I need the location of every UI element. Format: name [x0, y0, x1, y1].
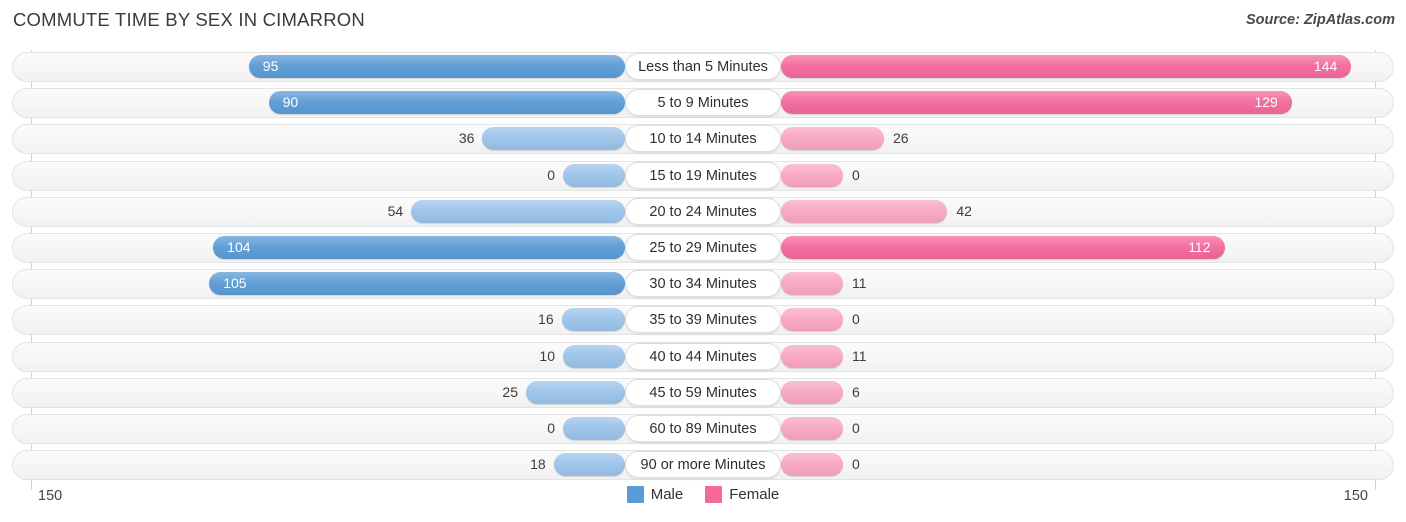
- bar-female[interactable]: [781, 127, 884, 151]
- bar-female[interactable]: [781, 91, 1292, 115]
- bar-value-male: 16: [538, 311, 554, 328]
- category-label: 30 to 34 Minutes: [625, 270, 781, 298]
- bar-male[interactable]: [561, 308, 625, 332]
- bar-value-male: 104: [227, 239, 251, 255]
- bar-male[interactable]: [526, 380, 625, 404]
- bar-male[interactable]: [482, 127, 625, 151]
- legend-item-male[interactable]: Male: [626, 486, 684, 503]
- bar-male[interactable]: [213, 236, 625, 259]
- bar-female[interactable]: [781, 236, 1225, 259]
- category-label: 10 to 14 Minutes: [625, 125, 781, 153]
- bar-value-female: 0: [852, 311, 860, 328]
- bar-male[interactable]: [563, 344, 625, 368]
- bar-male[interactable]: [563, 417, 625, 440]
- legend-swatch-icon: [705, 486, 723, 503]
- bar-value-male: 0: [547, 166, 555, 183]
- bar-value-female: 129: [1254, 94, 1278, 111]
- bar-value-female: 0: [852, 420, 860, 436]
- bar-male[interactable]: [248, 55, 625, 78]
- bar-female[interactable]: [781, 417, 843, 440]
- category-label: 35 to 39 Minutes: [625, 306, 781, 334]
- category-label: 20 to 24 Minutes: [625, 197, 781, 225]
- category-label: 40 to 44 Minutes: [625, 342, 781, 370]
- bar-value-female: 6: [852, 383, 860, 400]
- bar-value-female: 112: [1188, 239, 1211, 255]
- category-label: 25 to 29 Minutes: [625, 234, 781, 261]
- bar-female[interactable]: [781, 308, 843, 332]
- category-label: 45 to 59 Minutes: [625, 378, 781, 406]
- bar-value-female: 26: [892, 130, 909, 147]
- bar-male[interactable]: [553, 453, 625, 477]
- bar-female[interactable]: [781, 453, 843, 477]
- category-label: 15 to 19 Minutes: [625, 161, 781, 189]
- bar-value-male: 95: [262, 58, 279, 74]
- bar-male[interactable]: [268, 91, 625, 115]
- bar-value-female: 144: [1313, 58, 1338, 74]
- bar-value-female: 0: [852, 166, 860, 183]
- category-label: 5 to 9 Minutes: [625, 89, 781, 117]
- bar-female[interactable]: [781, 163, 843, 187]
- bar-female[interactable]: [781, 344, 843, 368]
- page-title: COMMUTE TIME BY SEX IN CIMARRON: [13, 9, 365, 30]
- bar-value-female: 11: [852, 275, 867, 292]
- chart-container: COMMUTE TIME BY SEX IN CIMARRON Source: …: [0, 0, 1406, 522]
- bar-value-male: 18: [530, 456, 546, 473]
- bar-value-female: 11: [852, 347, 867, 364]
- bar-male[interactable]: [209, 272, 625, 296]
- bar-male[interactable]: [411, 199, 625, 223]
- bar-female[interactable]: [781, 55, 1352, 78]
- chart-legend: Male Female: [0, 486, 1406, 503]
- bar-value-male: 90: [282, 94, 299, 111]
- bar-value-male: 0: [547, 420, 555, 436]
- bar-value-female: 0: [852, 456, 860, 473]
- legend-label: Female: [729, 486, 780, 503]
- legend-swatch-icon: [626, 486, 644, 503]
- category-label: Less than 5 Minutes: [625, 53, 781, 80]
- category-label: 60 to 89 Minutes: [625, 415, 781, 442]
- bar-female[interactable]: [781, 272, 843, 296]
- legend-item-female[interactable]: Female: [705, 486, 779, 503]
- plot-area: 95 144 Less than 5 Minutes 90 129 5 to 9 Minu…: [0, 50, 1406, 490]
- source-attribution: Source: ZipAtlas.com: [1245, 12, 1395, 28]
- bar-value-male: 36: [458, 130, 475, 147]
- legend-label: Male: [650, 486, 684, 503]
- bar-female[interactable]: [781, 380, 843, 404]
- bar-value-male: 10: [539, 347, 555, 364]
- bar-value-female: 42: [956, 202, 972, 219]
- category-label: 90 or more Minutes: [625, 451, 781, 479]
- bar-value-male: 54: [387, 202, 404, 219]
- bar-value-male: 25: [502, 383, 518, 400]
- bar-value-male: 105: [223, 275, 247, 292]
- bar-male[interactable]: [563, 163, 625, 187]
- bar-female[interactable]: [781, 199, 948, 223]
